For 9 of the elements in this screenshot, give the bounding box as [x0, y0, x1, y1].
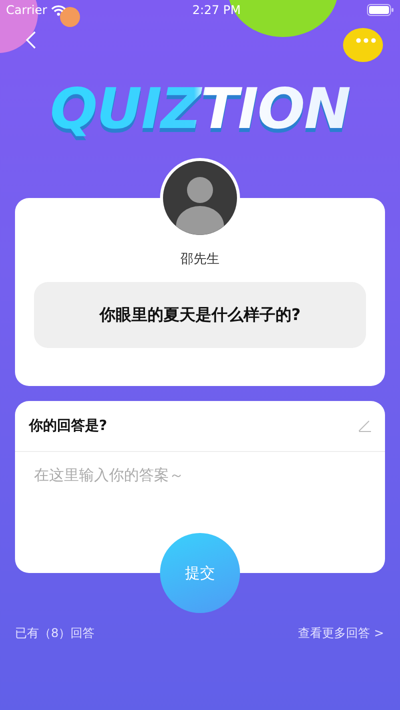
wifi-icon	[51, 4, 66, 16]
answer-title: 你的回答是?	[29, 417, 108, 435]
question-text: 你眼里的夏天是什么样子的?	[34, 282, 366, 348]
more-answers-link[interactable]: 查看更多回答 >	[298, 625, 384, 642]
answer-count: 已有（8）回答	[15, 625, 95, 642]
back-icon[interactable]	[26, 31, 36, 49]
pencil-icon	[358, 420, 371, 432]
battery-icon	[367, 4, 394, 16]
author-name: 邵先生	[180, 251, 220, 268]
